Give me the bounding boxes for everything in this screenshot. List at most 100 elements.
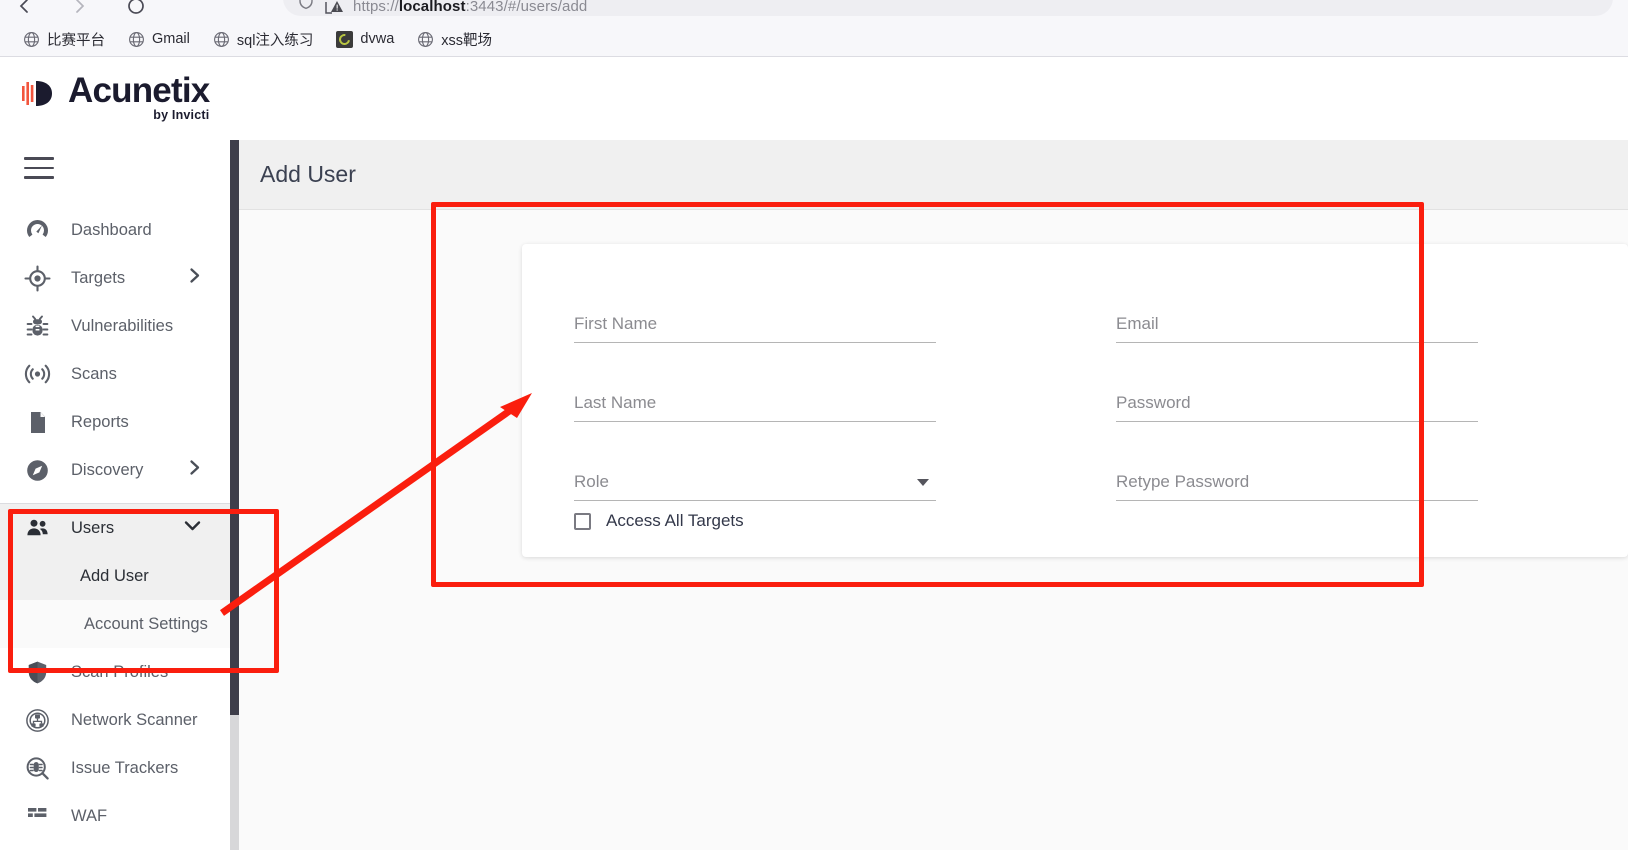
sidebar-item-users[interactable]: Users [0, 504, 230, 552]
globe-icon [417, 31, 434, 48]
password-field[interactable]: Password [1116, 351, 1478, 430]
page-header: Add User [239, 140, 1628, 210]
hamburger-menu-icon[interactable] [24, 157, 54, 186]
sidebar-item-scans[interactable]: Scans [0, 350, 230, 398]
bookmark-label: xss靶场 [441, 32, 493, 49]
sidebar-item-network-scanner[interactable]: Network Scanner [0, 696, 230, 744]
last-name-field[interactable]: Last Name [574, 351, 936, 430]
chevron-right-icon [188, 459, 202, 482]
access-all-targets-checkbox-row[interactable]: Access All Targets [574, 511, 936, 531]
dropdown-caret-icon[interactable] [916, 474, 930, 492]
sidebar-item-label: Targets [71, 268, 126, 287]
bookmark-label: sql注入练习 [236, 32, 314, 49]
sidebar-item-label: WAF [71, 806, 108, 825]
sidebar-item-label: Scans [71, 364, 117, 383]
form-grid: First Name Last Name Role Access All Tar… [574, 272, 1539, 531]
last-name-label: Last Name [574, 393, 657, 412]
email-field[interactable]: Email [1116, 272, 1478, 351]
shield-icon [24, 659, 54, 686]
bookmark-label: dvwa [360, 31, 395, 47]
sidebar-item-targets[interactable]: Targets [0, 254, 230, 302]
role-label: Role [574, 472, 609, 491]
main-content: Add User First Name Last Name Role Acces… [239, 140, 1628, 850]
sidebar-item-issue-trackers[interactable]: Issue Trackers [0, 744, 230, 792]
field-underline [574, 342, 936, 343]
password-label: Password [1116, 393, 1191, 412]
waf-grid-icon [24, 803, 54, 830]
acunetix-logo-icon [22, 77, 58, 116]
dvwa-favicon [336, 30, 354, 48]
sidebar-subitem-account-settings[interactable]: Account Settings [0, 600, 230, 648]
field-underline [1116, 421, 1478, 422]
retype-password-label: Retype Password [1116, 472, 1250, 491]
bookmark-label: 比赛平台 [47, 32, 105, 49]
app-header: Acunetix by Invicti [0, 58, 1628, 140]
sidebar-nav-list: Dashboard Targets Vulnerabilities Scans … [0, 206, 230, 840]
users-group-icon [24, 515, 54, 542]
issue-tracker-magnifier-icon [24, 755, 54, 782]
sidebar-item-label: Vulnerabilities [71, 316, 174, 335]
email-label: Email [1116, 314, 1159, 333]
bookmark-item[interactable]: xss靶场 [408, 26, 501, 53]
form-right-column: Email Password Retype Password [1116, 272, 1478, 531]
scan-radar-icon [24, 361, 54, 388]
page-title: Add User [260, 161, 356, 187]
sidebar-item-scan-profiles[interactable]: Scan Profiles [0, 648, 230, 696]
sidebar: Dashboard Targets Vulnerabilities Scans … [0, 140, 230, 850]
bookmark-item[interactable]: Gmail [119, 28, 199, 51]
role-select[interactable]: Role [574, 430, 936, 509]
bookmark-label: Gmail [152, 31, 190, 47]
shield-icon [297, 0, 315, 15]
sidebar-item-label: Discovery [71, 460, 144, 479]
brand-tagline: by Invicti [153, 108, 210, 122]
sidebar-item-vulnerabilities[interactable]: Vulnerabilities [0, 302, 230, 350]
chevron-right-icon [188, 267, 202, 290]
sidebar-item-label: Users [71, 518, 115, 537]
retype-password-field[interactable]: Retype Password [1116, 430, 1478, 509]
forward-arrow-icon[interactable] [70, 0, 90, 16]
sidebar-item-discovery[interactable]: Discovery [0, 446, 230, 494]
add-user-form-card: First Name Last Name Role Access All Tar… [522, 244, 1628, 557]
chevron-down-icon [183, 519, 202, 538]
dashboard-gauge-icon [24, 217, 54, 244]
bookmark-item[interactable]: dvwa [327, 28, 403, 51]
sidebar-item-label: Issue Trackers [71, 758, 179, 777]
form-left-column: First Name Last Name Role Access All Tar… [574, 272, 936, 531]
access-all-targets-label: Access All Targets [606, 511, 744, 530]
reload-icon[interactable] [126, 0, 146, 16]
bug-icon [24, 313, 54, 340]
field-underline [574, 500, 936, 501]
globe-icon [213, 31, 230, 48]
sidebar-subitem-add-user[interactable]: Add User [0, 552, 230, 600]
sidebar-item-label: Scan Profiles [71, 662, 169, 681]
access-all-targets-checkbox[interactable] [574, 512, 591, 530]
brand-name: Acunetix [68, 71, 210, 110]
globe-icon [128, 31, 145, 48]
bookmarks-bar: 比赛平台 Gmail sql注入练习 dvwa xss靶场 [0, 22, 1628, 57]
sidebar-item-label: Network Scanner [71, 710, 198, 729]
address-bar[interactable]: https://localhost:3443/#/users/add [283, 0, 1613, 16]
back-arrow-icon[interactable] [14, 0, 34, 16]
app-root: https://localhost:3443/#/users/add 比赛平台 … [0, 0, 1628, 850]
sidebar-item-label: Reports [71, 412, 129, 431]
sidebar-item-waf[interactable]: WAF [0, 792, 230, 840]
field-underline [574, 421, 936, 422]
sidebar-subitem-label: Account Settings [84, 614, 208, 633]
url-text: https://localhost:3443/#/users/add [353, 0, 588, 15]
compass-icon [24, 457, 54, 484]
sidebar-item-reports[interactable]: Reports [0, 398, 230, 446]
browser-chrome: https://localhost:3443/#/users/add [0, 0, 1628, 22]
acunetix-logo[interactable]: Acunetix by Invicti [22, 71, 210, 122]
sidebar-item-dashboard[interactable]: Dashboard [0, 206, 230, 254]
first-name-field[interactable]: First Name [574, 272, 936, 351]
target-crosshair-icon [24, 264, 54, 292]
sidebar-subitem-label: Add User [80, 566, 149, 585]
insecure-connection-warning-icon[interactable] [324, 0, 344, 15]
first-name-label: First Name [574, 314, 658, 333]
field-underline [1116, 500, 1478, 501]
network-scanner-icon [24, 707, 54, 734]
browser-nav-buttons [14, 0, 146, 16]
sidebar-scrollbar-thumb[interactable] [230, 140, 239, 715]
bookmark-item[interactable]: sql注入练习 [204, 26, 323, 53]
bookmark-item[interactable]: 比赛平台 [14, 26, 114, 53]
